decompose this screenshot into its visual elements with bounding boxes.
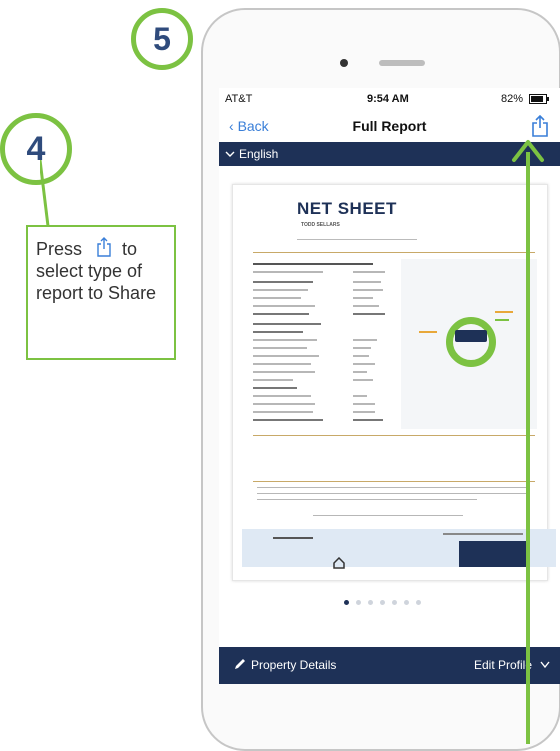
battery-percent: 82% — [501, 93, 524, 105]
navigation-bar: ‹ Back Full Report — [219, 110, 560, 140]
phone-screen: AT&T 9:54 AM 82% ‹ Back Full Report Engl… — [219, 88, 560, 684]
divider-mid — [253, 435, 535, 436]
page-indicator[interactable] — [344, 600, 434, 606]
notes-line-2 — [257, 493, 527, 494]
signal-carrier: AT&T — [225, 93, 253, 105]
battery-icon — [529, 94, 549, 104]
report-subtitle: TODD SELLARS — [301, 222, 340, 228]
page-dot[interactable] — [416, 600, 421, 605]
callout-press-label: Press — [36, 239, 83, 259]
share-icon[interactable] — [531, 115, 549, 137]
chevron-down-icon — [225, 151, 235, 157]
instruction-callout: Press to select type of report to Share — [26, 225, 176, 360]
front-camera — [340, 59, 348, 67]
banner-text-left — [273, 537, 313, 539]
pencil-icon — [235, 659, 245, 669]
banner-button — [459, 541, 529, 567]
donut-chart — [446, 317, 496, 367]
notes-line-3 — [257, 499, 477, 500]
step-5-badge: 5 — [131, 8, 193, 70]
chevron-down-icon — [540, 661, 550, 669]
bottom-bar: Property Details Edit Profile — [219, 647, 560, 684]
edit-profile-button[interactable]: Edit Profile — [474, 658, 532, 672]
notes-line-1 — [257, 487, 527, 488]
chart-legend-right — [495, 311, 513, 313]
banner-text-right — [443, 533, 523, 535]
page-dot[interactable] — [368, 600, 373, 605]
language-selector[interactable]: English — [219, 142, 560, 166]
status-bar: AT&T 9:54 AM 82% — [219, 88, 560, 110]
divider-top — [253, 252, 535, 253]
report-title: NET SHEET — [297, 199, 397, 218]
report-table-left — [253, 259, 393, 429]
status-time: 9:54 AM — [367, 93, 409, 105]
share-icon — [97, 237, 111, 257]
report-preview[interactable]: NET SHEET TODD SELLARS — [232, 184, 556, 581]
divider-notes — [253, 481, 535, 482]
page-dot[interactable] — [392, 600, 397, 605]
subtitle-line — [297, 239, 417, 240]
equal-housing-icon — [333, 557, 345, 569]
page-title: Full Report — [352, 118, 427, 134]
pointer-arrow-shaft — [526, 152, 530, 744]
page-dot[interactable] — [356, 600, 361, 605]
notes-line-4 — [313, 515, 463, 516]
chart-legend-right-2 — [495, 319, 509, 321]
property-details-button[interactable]: Property Details — [251, 658, 336, 672]
step-5-number: 5 — [153, 20, 171, 57]
callout-connector — [40, 160, 50, 227]
chart-legend-left — [419, 331, 437, 333]
page-dot-active[interactable] — [344, 600, 349, 605]
earpiece-speaker — [379, 60, 425, 66]
pointer-arrow-head — [512, 140, 544, 162]
page-dot[interactable] — [404, 600, 409, 605]
page-dot[interactable] — [380, 600, 385, 605]
language-label: English — [239, 147, 279, 161]
step-4-badge: 4 — [0, 113, 72, 185]
donut-center-label — [455, 330, 487, 342]
